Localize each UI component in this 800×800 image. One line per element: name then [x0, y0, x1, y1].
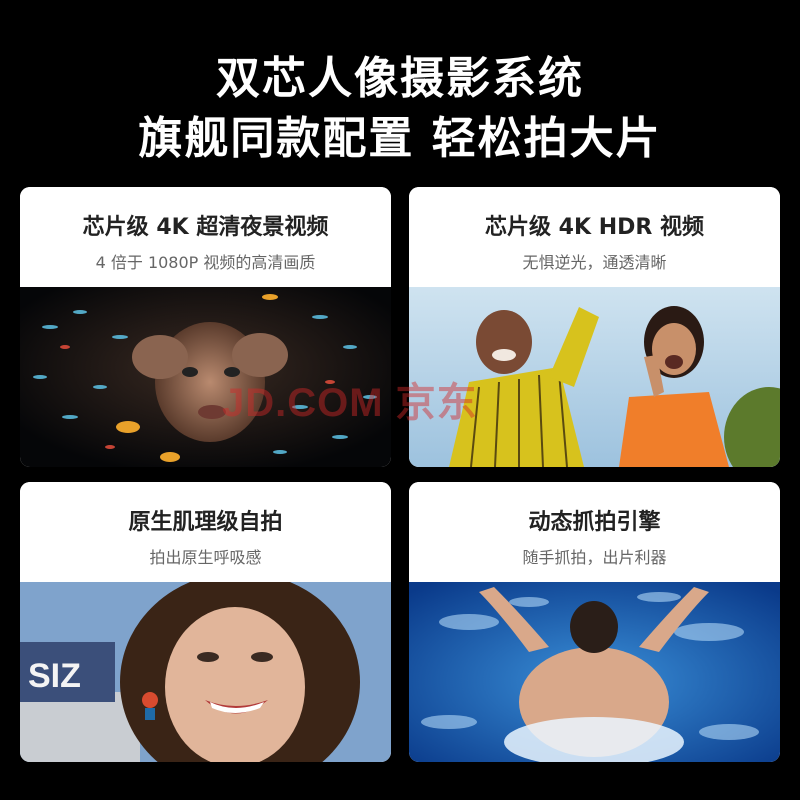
card-title: 芯片级 4K 超清夜景视频 — [82, 215, 329, 240]
headline-primary: 双芯人像摄影系统 — [216, 53, 584, 104]
card-title: 原生肌理级自拍 — [128, 510, 283, 535]
card-subtitle: 无惧逆光，通透清晰 — [522, 253, 667, 272]
svg-text:SIZ: SIZ — [28, 657, 81, 695]
card-title: 动态抓拍引擎 — [528, 510, 661, 535]
card-subtitle: 随手抓拍，出片利器 — [522, 548, 667, 567]
card-subtitle: 4 倍于 1080P 视频的高清画质 — [95, 253, 316, 272]
feature-card-selfie: 原生肌理级自拍 拍出原生呼吸感 SIZ — [20, 482, 391, 762]
card-title: 芯片级 4K HDR 视频 — [485, 215, 704, 240]
watermark: JD.COM 京东 — [222, 381, 478, 425]
feature-card-action-capture: 动态抓拍引擎 随手抓拍，出片利器 — [409, 482, 780, 762]
swimmer-splash-photo — [409, 582, 780, 762]
headline-secondary: 旗舰同款配置 轻松拍大片 — [138, 113, 662, 164]
card-subtitle: 拍出原生呼吸感 — [149, 548, 262, 567]
selfie-portrait-photo: SIZ — [20, 582, 391, 762]
